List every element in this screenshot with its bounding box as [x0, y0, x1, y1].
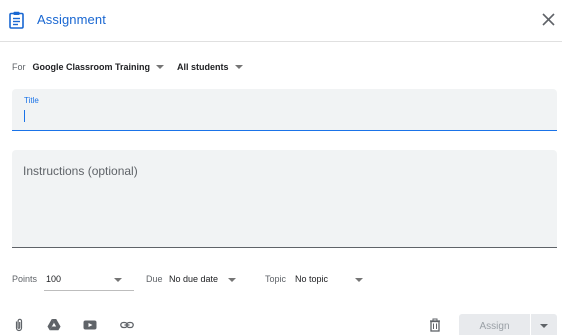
google-drive-icon[interactable]: [47, 318, 61, 332]
topic-label: Topic: [265, 274, 287, 284]
assign-options-button[interactable]: [531, 314, 557, 335]
chevron-down-icon: [540, 324, 548, 328]
class-select[interactable]: Google Classroom Training: [33, 62, 178, 72]
link-icon[interactable]: [120, 318, 134, 332]
attach-icon[interactable]: [12, 318, 26, 332]
dialog-header: Assignment: [0, 0, 562, 42]
students-select-value: All students: [177, 62, 229, 72]
chevron-down-icon[interactable]: [355, 278, 363, 282]
for-row: For Google Classroom Training All studen…: [12, 60, 256, 74]
chevron-down-icon: [156, 65, 165, 69]
points-underline: [44, 290, 134, 291]
title-label: Title: [24, 96, 39, 105]
points-select[interactable]: 100: [46, 274, 61, 284]
youtube-icon[interactable]: [83, 318, 97, 332]
assign-button[interactable]: Assign: [459, 314, 530, 335]
class-select-value: Google Classroom Training: [32, 62, 151, 72]
trash-icon[interactable]: [428, 318, 442, 332]
points-label: Points: [12, 274, 38, 284]
topic-select[interactable]: No topic: [295, 274, 328, 284]
close-icon[interactable]: [541, 12, 556, 27]
title-input[interactable]: Title: [12, 89, 557, 131]
chevron-down-icon[interactable]: [228, 278, 236, 282]
for-label: For: [12, 62, 26, 72]
students-select[interactable]: All students: [177, 62, 256, 72]
dialog-title: Assignment: [37, 12, 106, 27]
due-label: Due: [146, 274, 163, 284]
instructions-placeholder: Instructions (optional): [23, 164, 138, 178]
chevron-down-icon: [234, 65, 243, 69]
due-select[interactable]: No due date: [169, 274, 218, 284]
assignment-icon: [9, 11, 24, 29]
instructions-input[interactable]: Instructions (optional): [12, 150, 557, 248]
chevron-down-icon[interactable]: [114, 278, 122, 282]
text-cursor: [24, 110, 25, 122]
